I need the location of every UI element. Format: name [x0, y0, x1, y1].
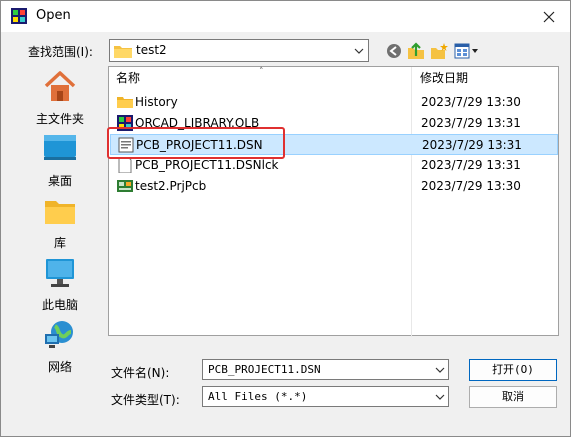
file-row[interactable]: History 2023/7/29 13:30 — [110, 92, 558, 113]
place-computer[interactable]: 此电脑 — [21, 256, 99, 316]
place-label: 桌面 — [47, 174, 72, 188]
open-dialog: Open 查找范围(I): test2 主文件夹 桌面 库 此电脑 网络 ˄ 名… — [0, 0, 571, 437]
cancel-button[interactable]: 取消 — [469, 386, 557, 408]
file-row[interactable]: test2.PrjPcb 2023/7/29 13:30 — [110, 176, 558, 197]
open-button[interactable]: 打开(O) — [469, 359, 557, 381]
library-folder-icon — [45, 201, 75, 224]
title-bar: Open — [1, 1, 570, 32]
column-header-date[interactable]: 修改日期 — [420, 67, 468, 89]
lookin-value: test2 — [136, 43, 167, 57]
new-folder-button[interactable] — [429, 41, 449, 61]
folder-icon — [117, 97, 133, 108]
file-date: 2023/7/29 13:31 — [421, 116, 521, 130]
chevron-down-icon[interactable] — [432, 360, 448, 379]
file-list[interactable]: ˄ 名称 修改日期 History 2023/7/29 13:30 ORCAD_… — [108, 66, 559, 337]
place-label: 库 — [53, 236, 66, 250]
back-button[interactable] — [384, 41, 404, 61]
sort-ascending-icon: ˄ — [259, 67, 264, 77]
file-date: 2023/7/29 13:31 — [422, 138, 522, 152]
file-date: 2023/7/29 13:30 — [421, 179, 521, 193]
chevron-down-icon[interactable] — [350, 40, 368, 61]
file-name: History — [135, 95, 178, 109]
close-icon — [543, 11, 555, 22]
network-icon — [45, 321, 73, 348]
filename-label: 文件名(N): — [111, 366, 170, 380]
place-network[interactable]: 网络 — [21, 318, 99, 378]
lookin-combo[interactable]: test2 — [109, 39, 369, 62]
column-header-name[interactable]: 名称 — [116, 67, 140, 89]
filetype-value: All Files (*.*) — [208, 390, 308, 403]
folder-icon — [114, 46, 132, 58]
red-highlight-annotation — [107, 127, 285, 159]
computer-icon — [46, 259, 74, 287]
view-menu-icon — [454, 43, 478, 59]
place-home[interactable]: 主文件夹 — [21, 70, 99, 130]
home-icon — [44, 71, 76, 101]
file-name: PCB_PROJECT11.DSNlck — [135, 158, 279, 172]
chevron-down-icon[interactable] — [432, 387, 448, 406]
lookin-label: 查找范围(I): — [28, 45, 93, 59]
file-date: 2023/7/29 13:30 — [421, 95, 521, 109]
up-folder-button[interactable] — [406, 41, 426, 61]
filetype-select[interactable]: All Files (*.*) — [202, 386, 449, 407]
up-folder-icon — [408, 42, 424, 59]
window-title: Open — [36, 8, 71, 23]
close-button[interactable] — [529, 1, 569, 32]
filename-field[interactable]: PCB_PROJECT11.DSN — [202, 359, 449, 380]
place-desktop[interactable]: 桌面 — [21, 132, 99, 192]
filetype-label: 文件类型(T): — [111, 393, 180, 407]
back-icon — [387, 44, 401, 58]
place-label: 此电脑 — [41, 298, 78, 312]
filename-value: PCB_PROJECT11.DSN — [208, 363, 321, 376]
view-menu-button[interactable] — [453, 41, 479, 61]
places-bar: 主文件夹 桌面 库 此电脑 网络 — [21, 66, 103, 376]
desktop-icon — [44, 135, 76, 160]
file-date: 2023/7/29 13:31 — [421, 158, 521, 172]
app-icon — [11, 8, 27, 24]
file-icon — [118, 157, 132, 173]
prjpcb-file-icon — [117, 180, 133, 192]
place-library[interactable]: 库 — [21, 194, 99, 254]
new-folder-icon — [431, 43, 448, 59]
place-label: 主文件夹 — [35, 112, 84, 126]
file-name: test2.PrjPcb — [135, 179, 207, 193]
place-label: 网络 — [47, 360, 72, 374]
